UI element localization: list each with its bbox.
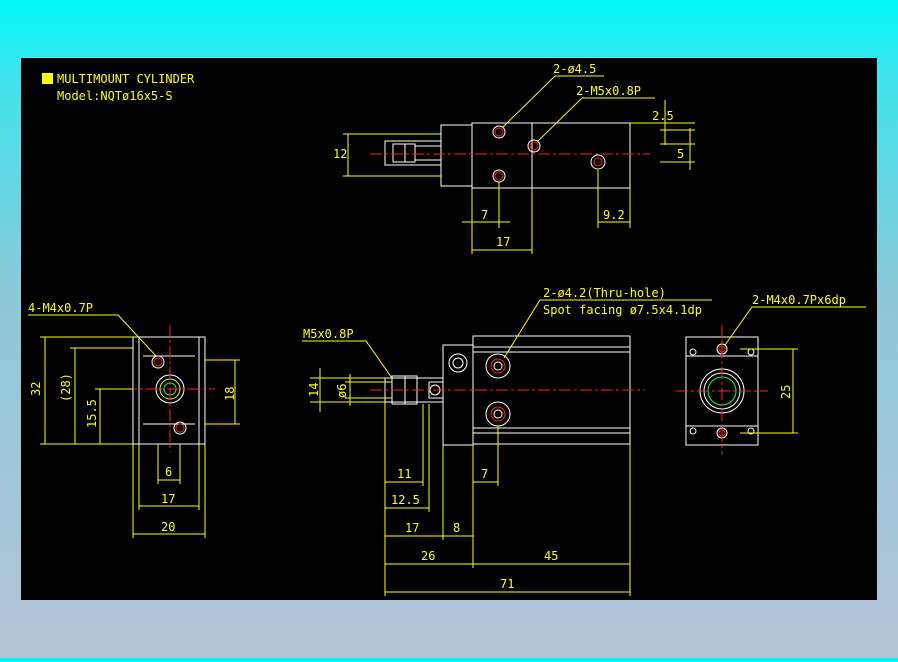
front-dim-26: 26 — [421, 549, 435, 563]
end-callout: 2-M4x0.7Px6dp — [752, 293, 846, 307]
top-dim-height: 12 — [333, 147, 347, 161]
top-dim-right-bottom: 9.2 — [603, 208, 625, 222]
title-marker-icon — [42, 73, 53, 84]
front-dim-7: 7 — [481, 467, 488, 481]
front-dim-left-inner: ø6 — [335, 384, 349, 398]
top-dim-left-bottom: 7 — [481, 208, 488, 222]
left-dim-center: 15.5 — [85, 399, 99, 428]
top-callout-hole: 2-ø4.5 — [553, 62, 596, 76]
front-dim-left-outer: 14 — [307, 383, 321, 397]
left-dim-bottom-small: 6 — [165, 465, 172, 479]
front-dim-17: 17 — [405, 521, 419, 535]
top-callout-thread: 2-M5x0.8P — [576, 84, 641, 98]
end-dim-right: 25 — [779, 385, 793, 399]
front-callout-rod: M5x0.8P — [303, 327, 354, 341]
left-callout: 4-M4x0.7P — [28, 301, 93, 315]
title-line-2: Model:NQTø16x5-S — [57, 89, 173, 103]
front-dim-8: 8 — [453, 521, 460, 535]
left-dim-inner: (28) — [59, 373, 73, 402]
drawing-canvas — [21, 58, 877, 600]
front-dim-12-5: 12.5 — [391, 493, 420, 507]
front-dim-45: 45 — [544, 549, 558, 563]
front-callout-thru-2: Spot facing ø7.5x4.1dp — [543, 303, 702, 317]
front-callout-thru-1: 2-ø4.2(Thru-hole) — [543, 286, 666, 300]
left-dim-right: 18 — [223, 387, 237, 401]
left-dim-bottom-mid: 17 — [161, 492, 175, 506]
left-dim-height: 32 — [29, 382, 43, 396]
top-dim-right: 5 — [677, 147, 684, 161]
drawing-window: MULTIMOUNT CYLINDER Model:NQTø16x5-S 2-ø… — [0, 0, 898, 658]
cad-drawing: MULTIMOUNT CYLINDER Model:NQTø16x5-S 2-ø… — [21, 58, 877, 600]
top-dim-bottom: 17 — [496, 235, 510, 249]
front-dim-11: 11 — [397, 467, 411, 481]
top-dim-right-top: 2.5 — [652, 109, 674, 123]
front-dim-71: 71 — [500, 577, 514, 591]
title-line-1: MULTIMOUNT CYLINDER — [57, 72, 195, 86]
left-dim-bottom-wide: 20 — [161, 520, 175, 534]
